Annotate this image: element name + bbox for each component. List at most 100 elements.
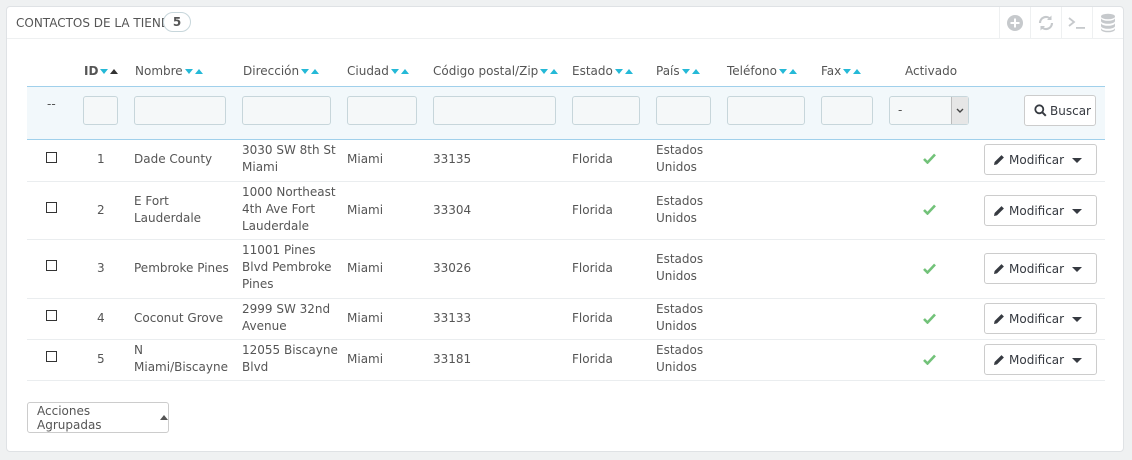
edit-button[interactable]: Modificar (984, 344, 1097, 375)
cell-ciudad: Miami (347, 352, 384, 366)
cell-direccion: 3030 SW 8th St Miami (242, 142, 336, 176)
filter-placeholder-dash: -- (47, 97, 56, 111)
caret-down-icon[interactable] (1072, 317, 1082, 322)
row-checkbox[interactable] (46, 152, 57, 163)
cell-estado: Florida (572, 311, 613, 325)
cell-postal: 33133 (433, 311, 472, 325)
edit-button[interactable]: Modificar (984, 144, 1097, 175)
sort-asc-icon[interactable] (691, 69, 700, 74)
sort-desc-icon[interactable] (301, 69, 310, 74)
col-header-pais[interactable]: País (656, 64, 700, 78)
cell-estado: Florida (572, 352, 613, 366)
cell-id: 5 (97, 352, 105, 366)
edit-button-label: Modificar (1009, 311, 1065, 326)
caret-down-icon[interactable] (1072, 158, 1082, 163)
add-new-button[interactable] (999, 7, 1030, 38)
filter-telefono-input[interactable] (727, 96, 805, 125)
col-header-ciudad[interactable]: Ciudad (347, 64, 409, 78)
cell-nombre-line: Dade County (134, 152, 213, 166)
cell-id: 3 (97, 261, 105, 275)
col-header-telefono[interactable]: Teléfono (727, 64, 797, 78)
pencil-icon (994, 154, 1004, 165)
cell-ciudad: Miami (347, 203, 384, 217)
sort-asc-icon[interactable] (550, 69, 559, 74)
cell-direccion-line: 1000 Northeast (242, 185, 336, 199)
cell-pais-line: Unidos (656, 269, 697, 283)
add-circle-icon (1007, 14, 1023, 31)
filter-nombre-input[interactable] (134, 96, 226, 125)
sort-desc-icon[interactable] (184, 69, 193, 74)
table-header: ID Nombre Dirección Ciudad Código postal… (27, 57, 1105, 87)
sql-query-button[interactable] (1061, 7, 1092, 38)
filter-ciudad-input[interactable] (347, 96, 417, 125)
cell-id: 1 (97, 152, 105, 166)
col-header-id[interactable]: ID (84, 64, 119, 78)
caret-up-icon (160, 415, 168, 420)
col-header-estado-label: Estado (572, 64, 613, 78)
filter-fax-input[interactable] (821, 96, 873, 125)
edit-button[interactable]: Modificar (984, 303, 1097, 334)
cell-postal: 33026 (433, 261, 472, 275)
table-row: 1 Dade County 3030 SW 8th St Miami Miami … (27, 138, 1105, 182)
cell-pais-line: Estados (656, 143, 704, 157)
cell-nombre-line: Miami/Biscayne (134, 360, 228, 374)
cell-pais-line: Unidos (656, 211, 697, 225)
sort-desc-icon[interactable] (100, 69, 109, 74)
filter-row: -- - Buscar (27, 86, 1105, 140)
cell-ciudad: Miami (347, 261, 384, 275)
export-button[interactable] (1092, 7, 1123, 38)
filter-postal-input[interactable] (433, 96, 556, 125)
col-header-telefono-label: Teléfono (727, 64, 777, 78)
col-header-estado[interactable]: Estado (572, 64, 633, 78)
col-header-direccion-label: Dirección (243, 64, 300, 78)
sort-asc-icon[interactable] (194, 69, 203, 74)
refresh-button[interactable] (1030, 7, 1061, 38)
pencil-icon (994, 263, 1004, 274)
filter-estado-input[interactable] (572, 96, 640, 125)
search-button-label: Buscar (1050, 103, 1091, 118)
row-checkbox[interactable] (46, 310, 57, 321)
col-header-direccion[interactable]: Dirección (243, 64, 320, 78)
col-header-postal[interactable]: Código postal/Zip (433, 64, 559, 78)
caret-down-icon[interactable] (1072, 358, 1082, 363)
filter-pais-input[interactable] (656, 96, 711, 125)
col-header-nombre[interactable]: Nombre (135, 64, 203, 78)
row-checkbox[interactable] (46, 202, 57, 213)
sort-desc-icon[interactable] (681, 69, 690, 74)
sort-asc-icon[interactable] (788, 69, 797, 74)
row-checkbox[interactable] (46, 260, 57, 271)
sort-desc-icon[interactable] (614, 69, 623, 74)
check-icon (923, 204, 936, 215)
sort-asc-icon[interactable] (311, 69, 320, 74)
search-icon (1034, 104, 1047, 117)
sort-desc-icon[interactable] (778, 69, 787, 74)
sort-desc-icon[interactable] (843, 69, 852, 74)
row-checkbox[interactable] (46, 351, 57, 362)
pencil-icon (994, 313, 1004, 324)
cell-direccion-line: Miami (242, 160, 279, 174)
edit-button[interactable]: Modificar (984, 253, 1097, 284)
sort-asc-icon[interactable] (624, 69, 633, 74)
pencil-icon (994, 205, 1004, 216)
sort-desc-icon[interactable] (540, 69, 549, 74)
chevron-down-icon[interactable] (951, 97, 968, 124)
bulk-actions-button[interactable]: Acciones Agrupadas (27, 402, 169, 433)
panel-toolbar (999, 7, 1123, 38)
sort-desc-icon[interactable] (390, 69, 399, 74)
filter-activado-select[interactable]: - (889, 96, 969, 125)
filter-direccion-input[interactable] (242, 96, 331, 125)
sort-asc-icon[interactable] (110, 69, 119, 74)
col-header-fax[interactable]: Fax (821, 64, 862, 78)
caret-down-icon[interactable] (1072, 267, 1082, 272)
sort-asc-icon[interactable] (853, 69, 862, 74)
cell-pais-line: Estados (656, 302, 704, 316)
filter-id-input[interactable] (83, 96, 118, 125)
cell-direccion: 2999 SW 32nd Avenue (242, 301, 330, 335)
search-button[interactable]: Buscar (1024, 95, 1096, 126)
edit-button[interactable]: Modificar (984, 195, 1097, 226)
cell-nombre: E Fort Lauderdale (134, 193, 201, 227)
cell-direccion-line: 4th Ave Fort (242, 202, 316, 216)
sort-asc-icon[interactable] (400, 69, 409, 74)
caret-down-icon[interactable] (1072, 209, 1082, 214)
cell-direccion: 11001 Pines Blvd Pembroke Pines (242, 242, 332, 293)
